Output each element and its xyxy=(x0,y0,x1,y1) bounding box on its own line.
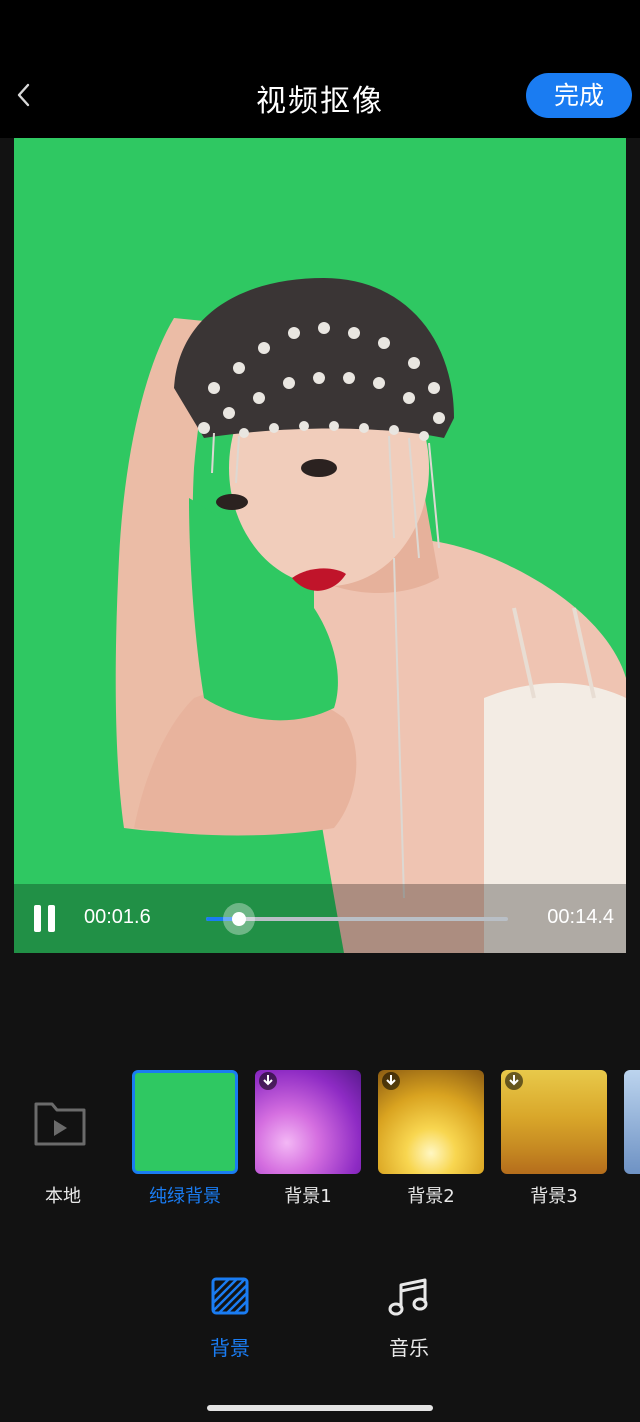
total-time: 00:14.4 xyxy=(547,906,614,928)
top-bar: 视频抠像 完成 xyxy=(0,0,640,138)
keyed-subject-figure xyxy=(115,278,626,953)
seek-bar-thumb[interactable] xyxy=(223,903,256,935)
background-picker: 本地 纯绿背景 背景1 背景2 背景3 xyxy=(0,1068,640,1208)
hatched-square-icon xyxy=(211,1277,249,1315)
bg-thumbnail xyxy=(624,1070,640,1174)
bg-option-label: 本地 xyxy=(45,1186,81,1207)
seek-bar[interactable] xyxy=(206,903,508,935)
bg-option-label: 背景3 xyxy=(530,1186,578,1207)
pause-icon[interactable] xyxy=(34,905,58,932)
tab-label: 背景 xyxy=(210,1336,250,1360)
bottom-tabs: 背景 音乐 xyxy=(0,1270,640,1365)
video-preview[interactable]: 00:01.6 00:14.4 xyxy=(14,138,626,953)
download-icon xyxy=(505,1072,523,1090)
download-icon xyxy=(259,1072,277,1090)
download-icon xyxy=(382,1072,400,1090)
bg-option-label: 纯绿背景 xyxy=(149,1186,221,1207)
tab-label: 音乐 xyxy=(389,1336,429,1360)
current-time: 00:01.6 xyxy=(84,906,151,928)
playback-controls: 00:01.6 00:14.4 xyxy=(14,884,626,953)
folder-video-icon xyxy=(34,1102,86,1146)
bg-thumbnail xyxy=(132,1070,238,1174)
music-note-icon xyxy=(388,1278,428,1316)
bg-option-label: 背景2 xyxy=(407,1186,455,1207)
done-button[interactable]: 完成 xyxy=(526,73,632,118)
home-indicator[interactable] xyxy=(207,1405,433,1411)
bg-option-label: 背景1 xyxy=(284,1186,332,1207)
